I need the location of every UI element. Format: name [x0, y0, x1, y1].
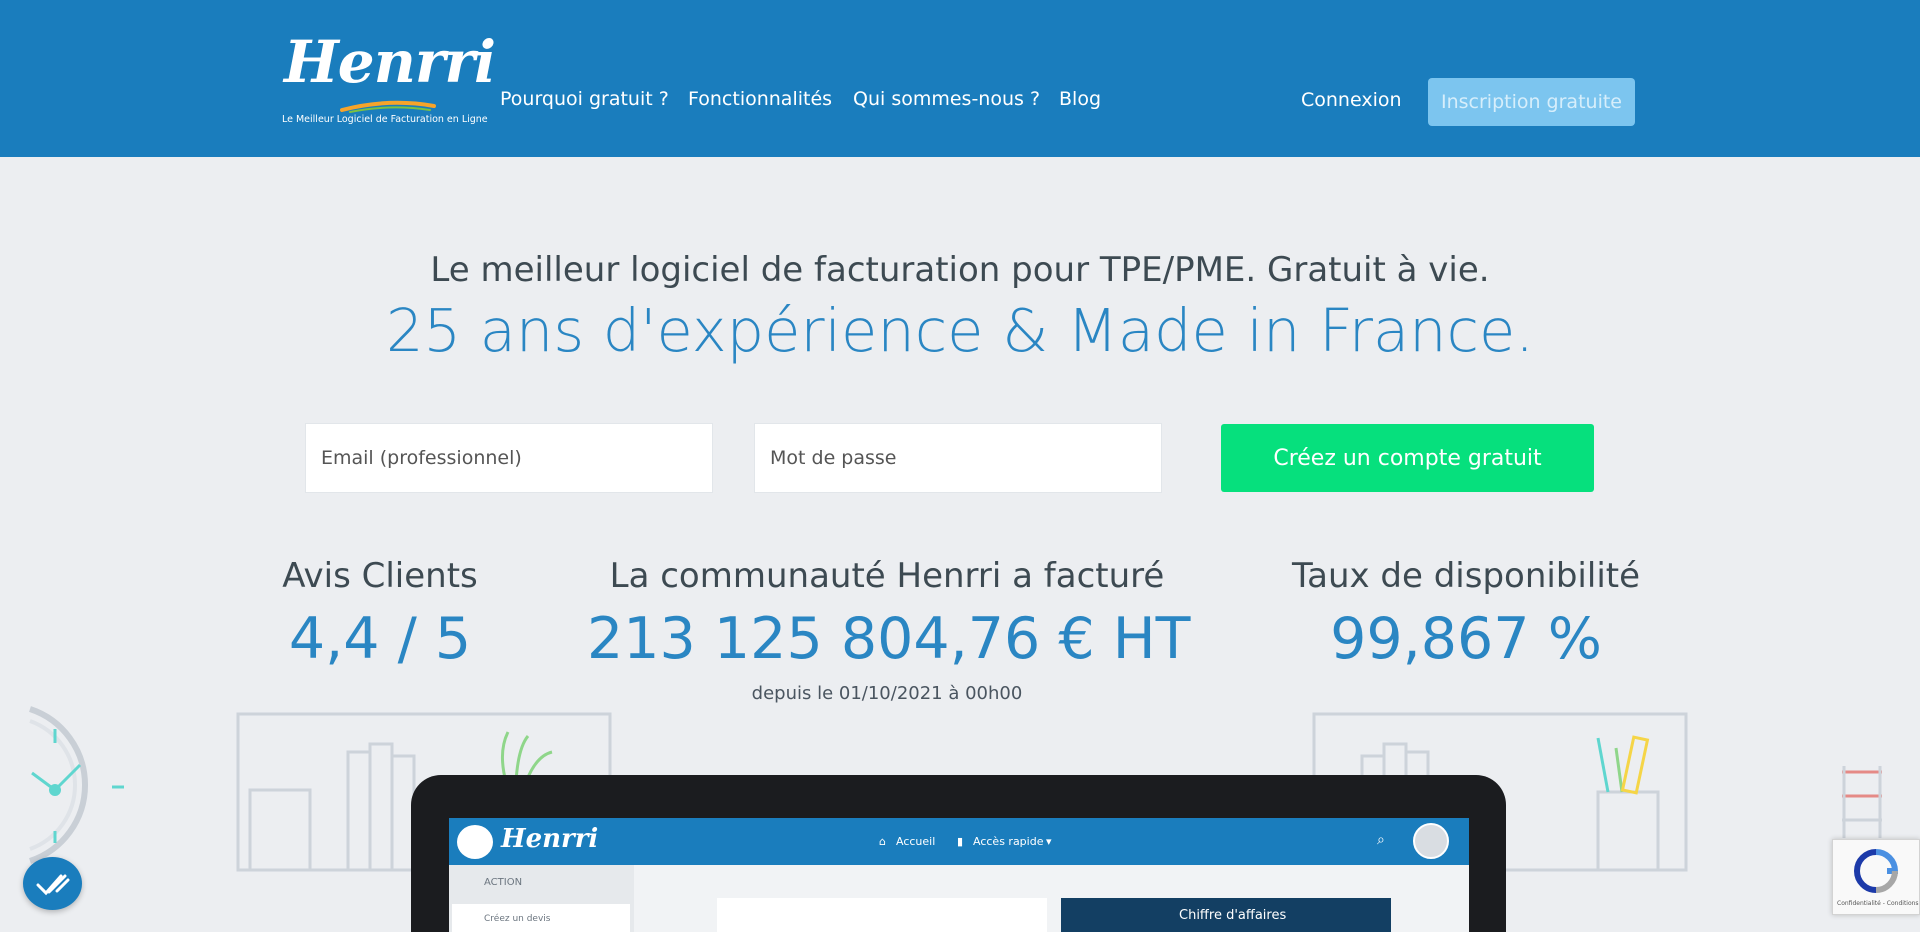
clock-illustration: [29, 706, 124, 864]
top-navbar: Henrri Le Meilleur Logiciel de Facturati…: [0, 0, 1920, 157]
avatar: [1413, 823, 1449, 859]
app-preview-logo: Henrri: [501, 824, 599, 854]
floating-check-button[interactable]: [23, 857, 82, 910]
home-icon: ⌂: [879, 835, 886, 848]
bookmark-icon: ▮: [957, 835, 964, 848]
billed-since: depuis le 01/10/2021 à 00h00: [751, 683, 1023, 704]
nav-blog[interactable]: Blog: [1059, 88, 1101, 110]
availability-label: Taux de disponibilité: [1291, 556, 1641, 596]
app-preview-nav-quick: Accès rapide: [973, 835, 1044, 848]
billed-label: La communauté Henrri a facturé: [609, 556, 1165, 596]
availability-value: 99,867 %: [1330, 606, 1602, 672]
email-field[interactable]: Email (professionnel): [305, 423, 713, 493]
hero-headline: 25 ans d'expérience & Made in France.: [385, 296, 1535, 365]
app-preview-nav-home: Accueil: [896, 835, 936, 848]
app-preview-revenue-card: Chiffre d'affaires: [1061, 898, 1391, 932]
app-preview-card-title: Chiffre d'affaires: [1179, 908, 1287, 923]
double-check-icon: [36, 874, 69, 895]
rack-illustration: [1842, 766, 1882, 838]
logo-tagline: Le Meilleur Logiciel de Facturation en L…: [282, 114, 488, 125]
nav-qui-sommes-nous[interactable]: Qui sommes-nous ?: [853, 88, 1040, 110]
robot-mascot-icon: [457, 825, 493, 859]
signup-button[interactable]: Inscription gratuite: [1428, 78, 1635, 126]
search-icon: ⌕: [1377, 832, 1385, 848]
chevron-down-icon: ▾: [1046, 835, 1052, 848]
recaptcha-icon: [1853, 849, 1899, 893]
reviews-value: 4,4 / 5: [288, 606, 472, 672]
henrri-logo[interactable]: Henrri Le Meilleur Logiciel de Facturati…: [282, 28, 496, 128]
password-field[interactable]: Mot de passe: [754, 423, 1162, 493]
logo-swoosh: [340, 100, 436, 113]
billed-value: 213 125 804,76 € HT: [587, 606, 1191, 672]
recaptcha-footer[interactable]: Confidentialité - Conditions: [1837, 900, 1919, 907]
recaptcha-badge[interactable]: Confidentialité - Conditions: [1832, 839, 1920, 915]
logo-wordmark: Henrri: [284, 28, 496, 96]
app-preview-card: [717, 898, 1047, 932]
reviews-label: Avis Clients: [282, 556, 478, 596]
nav-pourquoi-gratuit[interactable]: Pourquoi gratuit ?: [500, 88, 669, 110]
app-preview-sidebar-item: Créez un devis: [452, 904, 630, 932]
nav-fonctionnalites[interactable]: Fonctionnalités: [688, 88, 832, 110]
app-preview-sidebar-section: ACTION: [484, 877, 523, 888]
login-link[interactable]: Connexion: [1301, 89, 1402, 111]
hero-tagline: Le meilleur logiciel de facturation pour…: [430, 250, 1490, 290]
create-account-button[interactable]: Créez un compte gratuit: [1221, 424, 1594, 492]
app-preview-screen: Henrri ⌂ Accueil ▮ Accès rapide ▾ ⌕ ACTI…: [449, 818, 1469, 932]
